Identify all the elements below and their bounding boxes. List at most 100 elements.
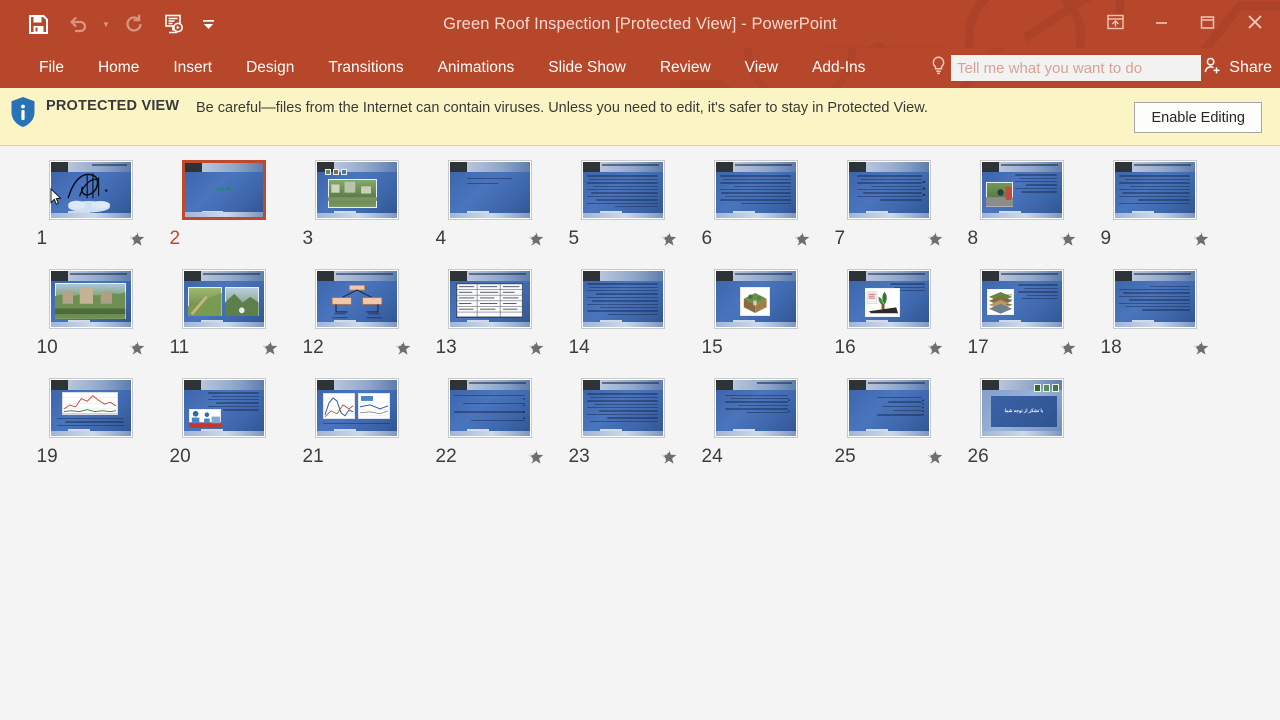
animation-star-icon-1[interactable]: [129, 231, 145, 247]
animation-star-icon-18[interactable]: [1193, 340, 1209, 356]
animation-star-icon-11[interactable]: [262, 340, 278, 356]
thumbnail-image-14[interactable]: [580, 269, 665, 329]
thumbnail-image-7[interactable]: [846, 160, 931, 220]
animation-star-icon-23[interactable]: [661, 449, 677, 465]
slide-meta-9: 9: [1101, 228, 1209, 250]
slide-thumbnail-21[interactable]: 21: [290, 378, 423, 468]
tab-insert[interactable]: Insert: [156, 48, 229, 88]
slide-thumbnail-6[interactable]: 6: [689, 160, 822, 250]
slide-thumbnail-15[interactable]: 15: [689, 269, 822, 359]
thumbnail-image-21[interactable]: [314, 378, 399, 438]
slide-thumbnail-4[interactable]: 4: [423, 160, 556, 250]
slide-thumbnail-7[interactable]: 7: [822, 160, 955, 250]
thumbnail-image-10[interactable]: [48, 269, 133, 329]
slide-meta-4: 4: [436, 228, 544, 250]
redo-icon[interactable]: [114, 6, 154, 42]
undo-dropdown-icon[interactable]: ▼: [98, 6, 114, 42]
slide-thumbnail-26[interactable]: با تشکر از توجه شما 26: [955, 378, 1088, 468]
save-icon[interactable]: [18, 6, 58, 42]
thumbnail-image-4[interactable]: [447, 160, 532, 220]
undo-icon[interactable]: [58, 6, 98, 42]
slide-number-18: 18: [1100, 337, 1122, 358]
slide-thumbnail-23[interactable]: 23: [556, 378, 689, 468]
slide-sorter-pane[interactable]: 1 بام سبز 2 3 4 5 6 7 8 9 10 11 12 13 14…: [0, 146, 1280, 720]
thumbnail-image-25[interactable]: [846, 378, 931, 438]
thumbnail-image-9[interactable]: [1112, 160, 1197, 220]
slide-thumbnail-20[interactable]: 20: [157, 378, 290, 468]
thumbnail-image-24[interactable]: [713, 378, 798, 438]
tab-design[interactable]: Design: [229, 48, 311, 88]
thumbnail-image-16[interactable]: [846, 269, 931, 329]
thumbnail-image-18[interactable]: [1112, 269, 1197, 329]
thumbnail-image-6[interactable]: [713, 160, 798, 220]
thumbnail-image-15[interactable]: [713, 269, 798, 329]
animation-star-icon-16[interactable]: [927, 340, 943, 356]
tab-view[interactable]: View: [728, 48, 795, 88]
thumbnail-image-23[interactable]: [580, 378, 665, 438]
tab-file[interactable]: File: [22, 48, 81, 88]
animation-star-icon-7[interactable]: [927, 231, 943, 247]
start-from-beginning-icon[interactable]: [154, 6, 194, 42]
search-input[interactable]: [951, 55, 1201, 81]
slide-thumbnail-16[interactable]: 16: [822, 269, 955, 359]
tab-review[interactable]: Review: [643, 48, 728, 88]
slide-thumbnail-18[interactable]: 18: [1088, 269, 1221, 359]
tab-add-ins[interactable]: Add-Ins: [795, 48, 882, 88]
tab-slide-show[interactable]: Slide Show: [531, 48, 643, 88]
thumbnail-image-19[interactable]: [48, 378, 133, 438]
slide-meta-13: 13: [436, 337, 544, 359]
thumbnail-image-13[interactable]: [447, 269, 532, 329]
animation-star-icon-4[interactable]: [528, 231, 544, 247]
thumbnail-image-12[interactable]: [314, 269, 399, 329]
animation-star-icon-10[interactable]: [129, 340, 145, 356]
tab-home[interactable]: Home: [81, 48, 156, 88]
slide-thumbnail-25[interactable]: 25: [822, 378, 955, 468]
slide-thumbnail-5[interactable]: 5: [556, 160, 689, 250]
slide-thumbnail-2[interactable]: بام سبز 2: [157, 160, 290, 250]
restore-icon[interactable]: [1184, 0, 1230, 44]
animation-star-icon-5[interactable]: [661, 231, 677, 247]
minimize-icon[interactable]: [1138, 0, 1184, 44]
animation-star-icon-6[interactable]: [794, 231, 810, 247]
thumbnail-image-22[interactable]: [447, 378, 532, 438]
slide-thumbnail-12[interactable]: 12: [290, 269, 423, 359]
slide-thumbnail-8[interactable]: 8: [955, 160, 1088, 250]
slide-thumbnail-9[interactable]: 9: [1088, 160, 1221, 250]
enable-editing-button[interactable]: Enable Editing: [1134, 102, 1262, 133]
tab-transitions[interactable]: Transitions: [311, 48, 420, 88]
slide-thumbnail-13[interactable]: 13: [423, 269, 556, 359]
slide-thumbnail-24[interactable]: 24: [689, 378, 822, 468]
animation-star-icon-8[interactable]: [1060, 231, 1076, 247]
slide-thumbnail-17[interactable]: 17: [955, 269, 1088, 359]
thumbnail-image-11[interactable]: [181, 269, 266, 329]
slide-thumbnail-3[interactable]: 3: [290, 160, 423, 250]
animation-star-icon-9[interactable]: [1193, 231, 1209, 247]
thumbnail-image-5[interactable]: [580, 160, 665, 220]
tab-animations[interactable]: Animations: [421, 48, 532, 88]
slide-meta-24: 24: [702, 446, 810, 468]
slide-thumbnail-10[interactable]: 10: [24, 269, 157, 359]
animation-star-icon-13[interactable]: [528, 340, 544, 356]
thumbnail-image-8[interactable]: [979, 160, 1064, 220]
customize-qat-icon[interactable]: [194, 6, 222, 42]
slide-meta-11: 11: [170, 337, 278, 359]
slide-thumbnail-19[interactable]: 19: [24, 378, 157, 468]
share-button[interactable]: Share: [1193, 48, 1280, 88]
animation-star-icon-12[interactable]: [395, 340, 411, 356]
thumbnail-image-26[interactable]: با تشکر از توجه شما: [979, 378, 1064, 438]
slide-thumbnail-11[interactable]: 11: [157, 269, 290, 359]
close-icon[interactable]: [1230, 0, 1280, 44]
thumbnail-image-1[interactable]: [48, 160, 133, 220]
ribbon-display-options-icon[interactable]: [1092, 0, 1138, 44]
slide-thumbnail-1[interactable]: 1: [24, 160, 157, 250]
slide-number-1: 1: [36, 228, 48, 249]
animation-star-icon-25[interactable]: [927, 449, 943, 465]
thumbnail-image-2[interactable]: بام سبز: [181, 160, 266, 220]
thumbnail-image-3[interactable]: [314, 160, 399, 220]
thumbnail-image-20[interactable]: [181, 378, 266, 438]
slide-thumbnail-14[interactable]: 14: [556, 269, 689, 359]
animation-star-icon-17[interactable]: [1060, 340, 1076, 356]
thumbnail-image-17[interactable]: [979, 269, 1064, 329]
animation-star-icon-22[interactable]: [528, 449, 544, 465]
slide-thumbnail-22[interactable]: 22: [423, 378, 556, 468]
